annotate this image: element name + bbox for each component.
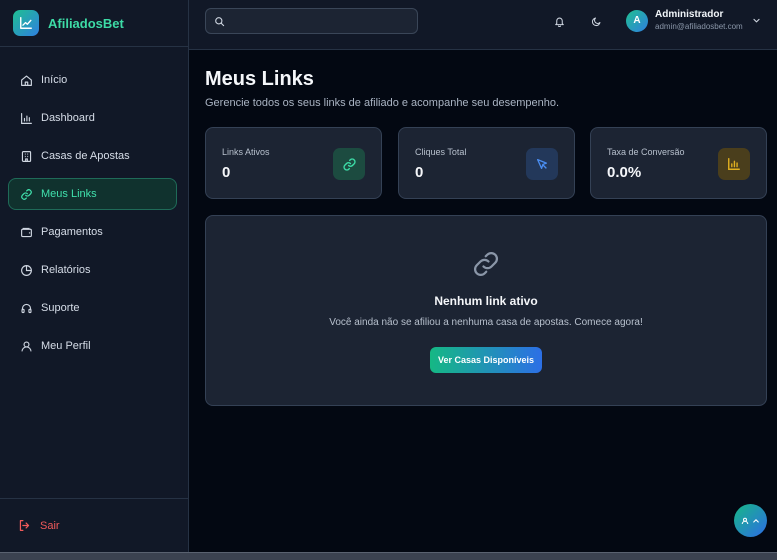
- bar-chart-icon: [718, 148, 750, 180]
- search-input[interactable]: [231, 15, 411, 27]
- empty-state-title: Nenhum link ativo: [434, 294, 538, 308]
- cursor-icon: [526, 148, 558, 180]
- view-available-houses-button[interactable]: Ver Casas Disponíveis: [430, 347, 542, 373]
- empty-state-card: Nenhum link ativo Você ainda não se afil…: [205, 215, 767, 406]
- moon-icon[interactable]: [589, 14, 603, 28]
- search-icon: [214, 16, 225, 27]
- sidebar-item-relatorios[interactable]: Relatórios: [8, 254, 177, 286]
- avatar: A: [626, 9, 648, 32]
- sidebar-item-casas-de-apostas[interactable]: Casas de Apostas: [8, 140, 177, 172]
- stat-card-taxa-de-conversao: Taxa de Conversão 0.0%: [590, 127, 767, 199]
- stat-label: Cliques Total: [415, 147, 467, 157]
- chevron-up-icon: [752, 517, 760, 525]
- user-icon: [741, 517, 749, 525]
- main-content: Meus Links Gerencie todos os seus links …: [189, 50, 777, 552]
- stat-card-links-ativos: Links Ativos 0: [205, 127, 382, 199]
- sidebar-item-label: Início: [41, 74, 68, 86]
- page-title: Meus Links: [205, 68, 314, 90]
- sidebar-item-label: Relatórios: [41, 264, 91, 276]
- user-menu[interactable]: A Administrador admin@afiliadosbet.com: [626, 9, 743, 32]
- brand[interactable]: AfiliadosBet: [0, 0, 188, 47]
- stat-card-cliques-total: Cliques Total 0: [398, 127, 575, 199]
- stat-label: Taxa de Conversão: [607, 147, 685, 157]
- logout-icon: [18, 519, 31, 532]
- app-root: AfiliadosBet Início Dashboard Casas de A…: [0, 0, 777, 560]
- sidebar-item-label: Suporte: [41, 302, 80, 314]
- stat-value: 0: [222, 164, 231, 181]
- user-email: admin@afiliadosbet.com: [655, 22, 743, 31]
- pie-chart-icon: [19, 263, 33, 277]
- logout-button[interactable]: Sair: [18, 519, 60, 532]
- sidebar: AfiliadosBet Início Dashboard Casas de A…: [0, 0, 189, 552]
- sidebar-item-inicio[interactable]: Início: [8, 64, 177, 96]
- sidebar-item-label: Meus Links: [41, 188, 97, 200]
- sidebar-item-label: Pagamentos: [41, 226, 103, 238]
- window-scrollbar[interactable]: [0, 552, 777, 560]
- sidebar-footer: Sair: [0, 498, 188, 552]
- sidebar-item-label: Casas de Apostas: [41, 150, 130, 162]
- floating-support-button[interactable]: [734, 504, 767, 537]
- page-subtitle: Gerencie todos os seus links de afiliado…: [205, 97, 560, 109]
- user-icon: [19, 339, 33, 353]
- home-icon: [19, 73, 33, 87]
- chevron-down-icon[interactable]: [752, 16, 761, 25]
- building-icon: [19, 149, 33, 163]
- link-icon: [333, 148, 365, 180]
- bar-chart-icon: [19, 111, 33, 125]
- sidebar-item-label: Meu Perfil: [41, 340, 91, 352]
- stat-value: 0.0%: [607, 164, 642, 181]
- sidebar-item-meu-perfil[interactable]: Meu Perfil: [8, 330, 177, 362]
- wallet-icon: [19, 225, 33, 239]
- sidebar-item-pagamentos[interactable]: Pagamentos: [8, 216, 177, 248]
- link-icon: [19, 187, 33, 201]
- headset-icon: [19, 301, 33, 315]
- sidebar-item-suporte[interactable]: Suporte: [8, 292, 177, 324]
- user-info: Administrador admin@afiliadosbet.com: [655, 9, 743, 32]
- broken-link-icon: [471, 249, 501, 284]
- empty-state-text: Você ainda não se afiliou a nenhuma casa…: [329, 317, 643, 328]
- sidebar-nav: Início Dashboard Casas de Apostas Meus L…: [0, 47, 188, 362]
- sidebar-item-meus-links[interactable]: Meus Links: [8, 178, 177, 210]
- user-name: Administrador: [655, 9, 724, 20]
- stat-label: Links Ativos: [222, 147, 270, 157]
- sidebar-item-dashboard[interactable]: Dashboard: [8, 102, 177, 134]
- brand-name: AfiliadosBet: [48, 15, 124, 31]
- bell-icon[interactable]: [552, 14, 566, 28]
- topbar: A Administrador admin@afiliadosbet.com: [189, 0, 777, 50]
- trend-chart-icon: [13, 10, 39, 36]
- stat-value: 0: [415, 164, 424, 181]
- sidebar-item-label: Dashboard: [41, 112, 95, 124]
- search-box[interactable]: [205, 8, 418, 34]
- logout-label: Sair: [40, 519, 60, 532]
